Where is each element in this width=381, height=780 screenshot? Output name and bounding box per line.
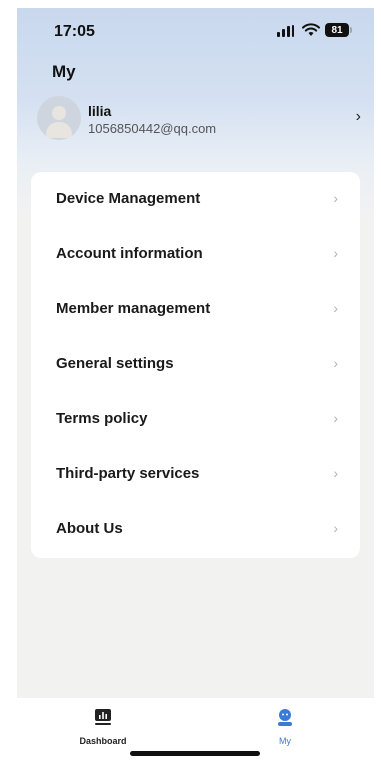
avatar: [37, 96, 81, 140]
battery-cap: [350, 27, 352, 33]
page-title: My: [52, 62, 76, 81]
avatar-body: [46, 122, 72, 138]
tab-bar: Dashboard My: [17, 698, 374, 774]
home-indicator: [130, 751, 260, 756]
dashboard-chart-icon: [95, 709, 111, 725]
menu-item-label: Terms policy: [56, 410, 148, 427]
menu-item-label: About Us: [56, 520, 123, 537]
tab-label: My: [279, 736, 291, 746]
battery-icon: 81: [325, 23, 349, 37]
menu-item-label: Account information: [56, 245, 203, 262]
menu-item-label: Device Management: [56, 190, 201, 207]
chevron-right-icon: ›: [355, 108, 361, 125]
user-profile-icon: [278, 709, 292, 726]
phone-screen: 17:05 81 My lilia 1056850442@qq.com › De…: [17, 8, 374, 774]
menu-item-third-party-services[interactable]: Third-party services ›: [31, 447, 360, 502]
menu-card: Device Management › Account information …: [31, 172, 360, 558]
chevron-right-icon: ›: [333, 355, 338, 371]
tab-label: Dashboard: [79, 736, 127, 746]
menu-item-general-settings[interactable]: General settings ›: [31, 337, 360, 392]
user-name: lilia: [88, 103, 112, 119]
menu-item-terms-policy[interactable]: Terms policy ›: [31, 392, 360, 447]
chevron-right-icon: ›: [333, 465, 338, 481]
menu-item-device-management[interactable]: Device Management ›: [31, 172, 360, 227]
chevron-right-icon: ›: [333, 300, 338, 316]
menu-item-label: Member management: [56, 300, 211, 317]
user-email: 1056850442@qq.com: [88, 121, 217, 136]
chevron-right-icon: ›: [333, 190, 338, 206]
menu-item-label: Third-party services: [56, 465, 200, 482]
status-time: 17:05: [54, 23, 95, 40]
chevron-right-icon: ›: [333, 520, 338, 536]
chevron-right-icon: ›: [333, 245, 338, 261]
signal-icon: [277, 25, 297, 37]
avatar-head: [52, 106, 66, 120]
menu-item-account-information[interactable]: Account information ›: [31, 227, 360, 282]
menu-item-member-management[interactable]: Member management ›: [31, 282, 360, 337]
tab-my[interactable]: My: [240, 704, 330, 748]
menu-item-label: General settings: [56, 355, 174, 372]
battery-level: 81: [331, 24, 343, 36]
status-bar: 17:05 81: [17, 8, 374, 52]
chevron-right-icon: ›: [333, 410, 338, 426]
tab-dashboard[interactable]: Dashboard: [58, 704, 148, 748]
menu-item-about-us[interactable]: About Us ›: [31, 502, 360, 557]
wifi-icon: [302, 23, 320, 36]
profile-row[interactable]: lilia 1056850442@qq.com ›: [37, 94, 361, 148]
